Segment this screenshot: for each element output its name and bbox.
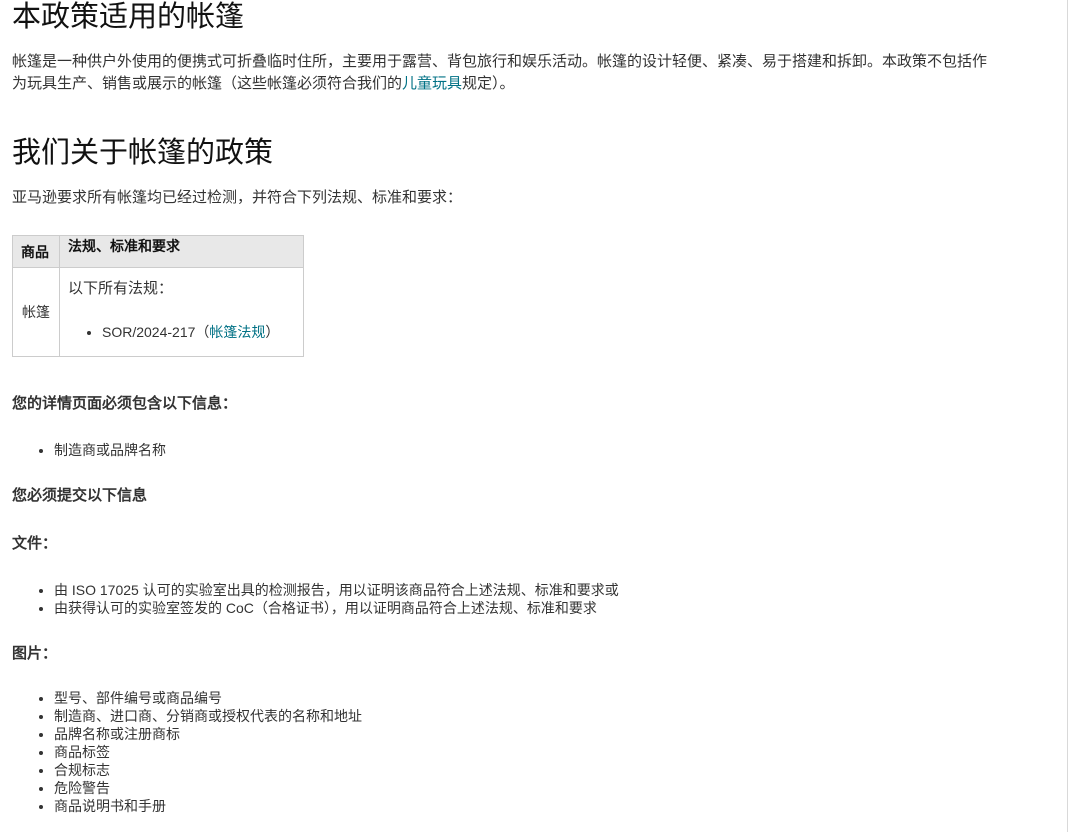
documents-list: 由 ISO 17025 认可的实验室出具的检测报告，用以证明该商品符合上述法规、… — [12, 581, 619, 617]
list-item: 合规标志 — [54, 761, 362, 779]
page-right-border — [1067, 0, 1068, 832]
list-item: 制造商或品牌名称 — [54, 441, 166, 459]
requirement-intro: 亚马逊要求所有帐篷均已经过检测，并符合下列法规、标准和要求： — [12, 189, 463, 206]
list-item: 由获得认可的实验室签发的 CoC（合格证书），用以证明商品符合上述法规、标准和要… — [54, 599, 619, 617]
regulation-close: ） — [265, 324, 280, 340]
list-item: 制造商、进口商、分销商或授权代表的名称和地址 — [54, 707, 362, 725]
list-item: 由 ISO 17025 认可的实验室出具的检测报告，用以证明该商品符合上述法规、… — [54, 581, 619, 599]
list-item: 商品标签 — [54, 743, 362, 761]
table-cell-product: 帐篷 — [12, 267, 60, 357]
documents-label: 文件： — [12, 535, 58, 552]
scope-heading: 本政策适用的帐篷 — [12, 1, 245, 33]
regulation-intro: 以下所有法规： — [68, 280, 174, 297]
list-item: 品牌名称或注册商标 — [54, 725, 362, 743]
table-row: 帐篷 以下所有法规： SOR/2024-217（帐篷法规） — [12, 267, 304, 357]
scope-description: 帐篷是一种供户外使用的便携式可折叠临时住所，主要用于露营、背包旅行和娱乐活动。帐… — [12, 51, 987, 95]
regulation-code: SOR/2024-217（ — [102, 324, 210, 340]
list-item: SOR/2024-217（帐篷法规） — [102, 322, 295, 342]
regulation-table: 商品 法规、标准和要求 帐篷 以下所有法规： SOR/2024-217（帐篷法规… — [12, 235, 304, 357]
scope-text-after: 规定）。 — [462, 75, 515, 92]
table-header-row: 商品 法规、标准和要求 — [12, 235, 304, 268]
policy-heading: 我们关于帐篷的政策 — [12, 137, 274, 169]
list-item: 商品说明书和手册 — [54, 797, 362, 815]
detail-page-list: 制造商或品牌名称 — [12, 441, 166, 459]
list-item: 危险警告 — [54, 779, 362, 797]
list-item: 型号、部件编号或商品编号 — [54, 689, 362, 707]
table-header-product: 商品 — [12, 235, 60, 268]
regulation-list: SOR/2024-217（帐篷法规） — [68, 322, 295, 342]
images-label: 图片： — [12, 645, 58, 662]
table-header-regulations: 法规、标准和要求 — [59, 235, 304, 268]
table-cell-regulations: 以下所有法规： SOR/2024-217（帐篷法规） — [59, 267, 304, 357]
detail-page-label: 您的详情页面必须包含以下信息： — [12, 395, 238, 412]
images-list: 型号、部件编号或商品编号 制造商、进口商、分销商或授权代表的名称和地址 品牌名称… — [12, 689, 362, 815]
submit-label: 您必须提交以下信息 — [12, 487, 148, 504]
tent-regulation-link[interactable]: 帐篷法规 — [209, 324, 265, 340]
toys-policy-link[interactable]: 儿童玩具 — [402, 75, 462, 92]
